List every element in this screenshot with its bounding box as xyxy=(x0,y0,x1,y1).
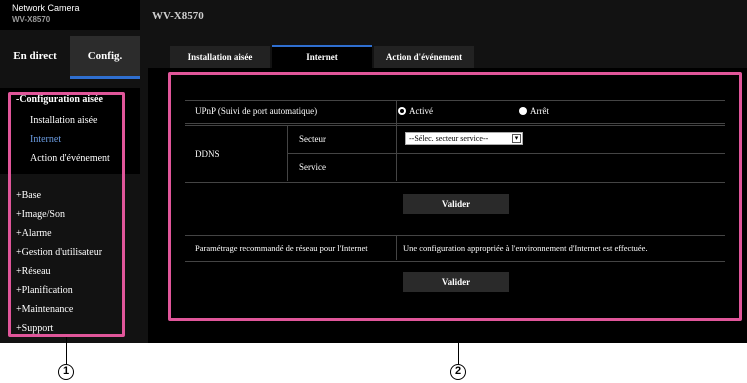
callout-number-2: 2 xyxy=(450,364,466,380)
tab-event-action[interactable]: Action d'événement xyxy=(374,46,474,68)
content-tab-bar: Installation aisée Internet Action d'évé… xyxy=(148,30,747,68)
header-brand: Network Camera WV-X8570 xyxy=(0,0,140,30)
callout-box-menu xyxy=(8,92,125,337)
camera-config-window: Network Camera WV-X8570 WV-X8570 En dire… xyxy=(0,0,747,343)
tab-live[interactable]: En direct xyxy=(0,36,70,76)
callout-area xyxy=(0,343,747,383)
callout-line-1 xyxy=(66,337,67,364)
tab-config[interactable]: Config. xyxy=(70,36,140,76)
callout-number-1: 1 xyxy=(58,364,74,380)
app-title: Network Camera xyxy=(12,3,80,13)
tab-internet-indicator xyxy=(272,45,372,47)
callout-box-settings xyxy=(168,72,742,321)
tab-config-indicator xyxy=(70,76,140,79)
callout-line-2 xyxy=(458,321,459,364)
tab-easy-installation[interactable]: Installation aisée xyxy=(170,46,270,68)
tab-internet[interactable]: Internet xyxy=(272,46,372,68)
model-small: WV-X8570 xyxy=(12,15,51,24)
model-title: WV-X8570 xyxy=(152,10,204,22)
